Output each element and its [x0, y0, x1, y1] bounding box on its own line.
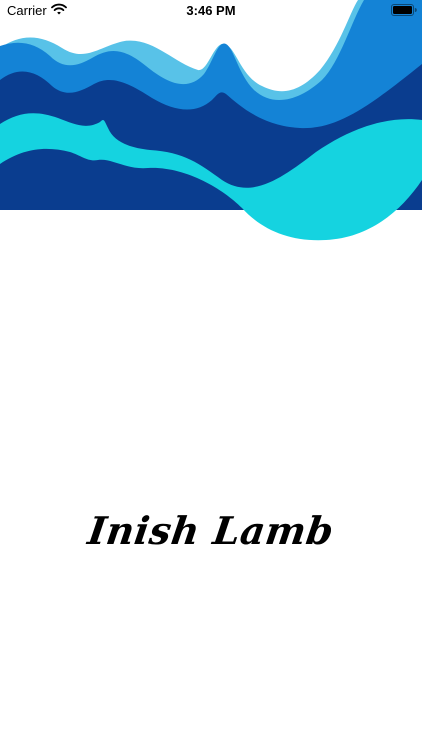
status-time: 3:46 PM: [186, 3, 236, 18]
battery-icon: [391, 4, 417, 16]
app-title: Inish Lamb: [85, 508, 337, 553]
layered-waves-illustration: [0, 0, 422, 241]
status-bar: Carrier 3:46 PM: [0, 0, 422, 22]
